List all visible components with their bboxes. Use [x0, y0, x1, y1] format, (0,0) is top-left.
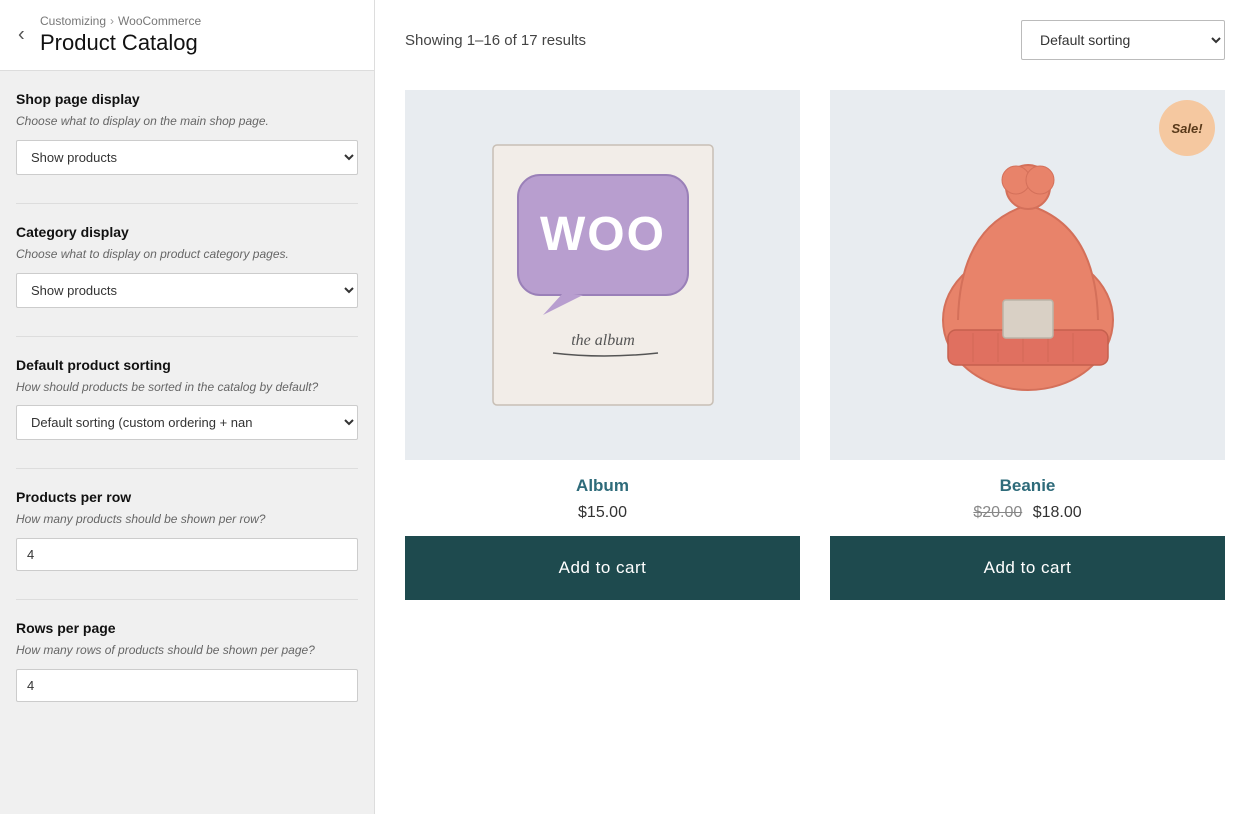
category-display-desc: Choose what to display on product catego…: [16, 246, 358, 263]
products-per-row-section: Products per row How many products shoul…: [16, 489, 358, 571]
sidebar-content: Shop page display Choose what to display…: [0, 71, 374, 746]
products-per-row-desc: How many products should be shown per ro…: [16, 511, 358, 528]
sort-select[interactable]: Default sorting Sort by popularity Sort …: [1021, 20, 1225, 60]
breadcrumb-arrow: ›: [110, 14, 114, 28]
product-card-beanie: Sale!: [830, 90, 1225, 600]
panel-title: Product Catalog: [40, 30, 358, 56]
category-display-section: Category display Choose what to display …: [16, 224, 358, 308]
shop-display-desc: Choose what to display on the main shop …: [16, 113, 358, 130]
category-display-title: Category display: [16, 224, 358, 240]
beanie-price: $20.00 $18.00: [973, 504, 1081, 522]
category-display-select[interactable]: Show products Show categories Show both: [16, 273, 358, 308]
album-add-to-cart-button[interactable]: Add to cart: [405, 536, 800, 600]
main-content: Showing 1–16 of 17 results Default sorti…: [375, 0, 1255, 814]
breadcrumb-part2: WooCommerce: [118, 14, 201, 28]
back-button[interactable]: ‹: [10, 20, 33, 51]
breadcrumb-part1: Customizing: [40, 14, 106, 28]
product-grid: WOO the album Album $15.00 Add to cart S…: [405, 90, 1225, 600]
shop-display-section: Shop page display Choose what to display…: [16, 91, 358, 175]
album-price: $15.00: [578, 504, 627, 522]
results-count: Showing 1–16 of 17 results: [405, 32, 586, 49]
svg-text:WOO: WOO: [540, 208, 666, 261]
beanie-sale-price: $18.00: [1033, 504, 1082, 521]
rows-per-page-section: Rows per page How many rows of products …: [16, 620, 358, 702]
breadcrumb: Customizing › WooCommerce: [40, 14, 358, 28]
product-card-album: WOO the album Album $15.00 Add to cart: [405, 90, 800, 600]
sidebar-header: ‹ Customizing › WooCommerce Product Cata…: [0, 0, 374, 71]
main-header: Showing 1–16 of 17 results Default sorti…: [405, 20, 1225, 60]
default-sorting-desc: How should products be sorted in the cat…: [16, 379, 358, 396]
shop-display-select[interactable]: Show products Show categories Show both: [16, 140, 358, 175]
beanie-image-wrap: Sale!: [830, 90, 1225, 460]
divider-4: [16, 599, 358, 600]
rows-per-page-input[interactable]: [16, 669, 358, 702]
default-sorting-select[interactable]: Default sorting (custom ordering + nan S…: [16, 405, 358, 440]
divider-2: [16, 336, 358, 337]
album-image: WOO the album: [483, 135, 723, 415]
beanie-original-price: $20.00: [973, 504, 1022, 521]
products-per-row-input[interactable]: [16, 538, 358, 571]
default-sorting-title: Default product sorting: [16, 357, 358, 373]
sale-badge: Sale!: [1159, 100, 1215, 156]
divider-3: [16, 468, 358, 469]
rows-per-page-desc: How many rows of products should be show…: [16, 642, 358, 659]
svg-text:the album: the album: [571, 332, 635, 349]
album-image-wrap: WOO the album: [405, 90, 800, 460]
divider-1: [16, 203, 358, 204]
album-name: Album: [576, 476, 629, 496]
default-sorting-section: Default product sorting How should produ…: [16, 357, 358, 441]
album-price-value: $15.00: [578, 504, 627, 521]
shop-display-title: Shop page display: [16, 91, 358, 107]
sidebar: ‹ Customizing › WooCommerce Product Cata…: [0, 0, 375, 814]
beanie-name: Beanie: [1000, 476, 1056, 496]
beanie-image: [918, 145, 1138, 405]
beanie-add-to-cart-button[interactable]: Add to cart: [830, 536, 1225, 600]
products-per-row-title: Products per row: [16, 489, 358, 505]
rows-per-page-title: Rows per page: [16, 620, 358, 636]
